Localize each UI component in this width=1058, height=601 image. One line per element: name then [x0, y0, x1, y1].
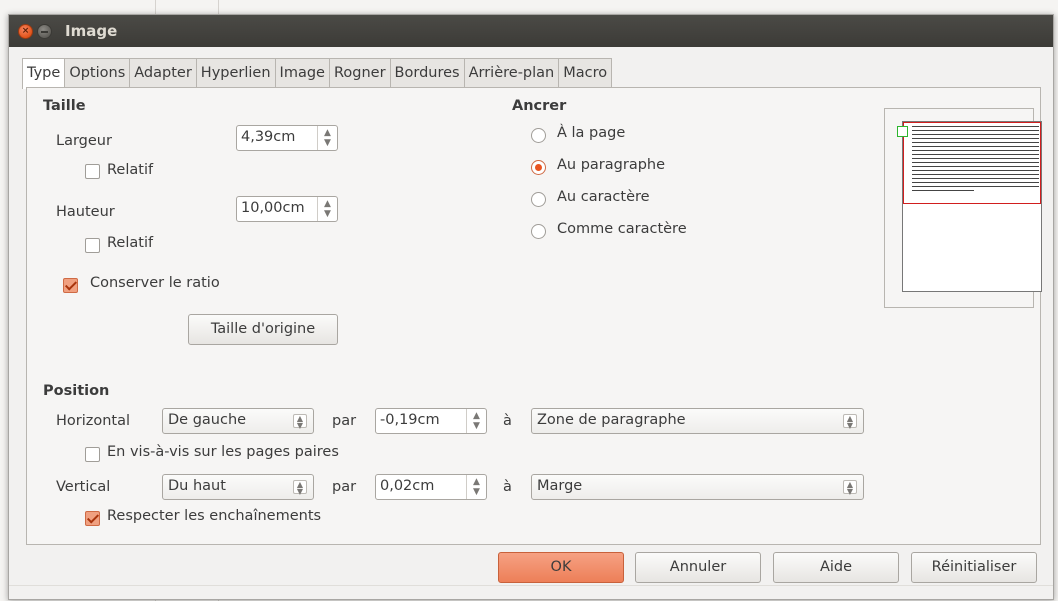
- tab-bordures[interactable]: Bordures: [389, 58, 465, 87]
- anchor-as-character-label: Comme caractère: [557, 221, 687, 237]
- anchor-marker-icon: [897, 126, 908, 137]
- tab-adapter[interactable]: Adapter: [129, 58, 197, 87]
- taille-origine-button[interactable]: Taille d'origine: [188, 314, 338, 345]
- anchor-paragraph-radio[interactable]: [531, 160, 546, 175]
- par-vertical-label: par: [332, 479, 357, 495]
- par-horizontal-label: par: [332, 413, 357, 429]
- tab-arriere-plan[interactable]: Arrière-plan: [463, 58, 560, 87]
- vertical-offset-value[interactable]: 0,02cm: [380, 478, 434, 494]
- ancrer-heading: Ancrer: [512, 98, 567, 114]
- help-button[interactable]: Aide: [773, 552, 899, 583]
- vertical-select[interactable]: Du haut ▲ ▼: [162, 474, 314, 500]
- taille-heading: Taille: [43, 98, 86, 114]
- horizontal-label: Horizontal: [56, 413, 131, 429]
- type-tab-panel: Taille Largeur 4,39cm ▲ ▼ Relatif Hauteur…: [26, 87, 1042, 545]
- cancel-button[interactable]: Annuler: [635, 552, 761, 583]
- tab-image[interactable]: Image: [274, 58, 330, 87]
- tab-type[interactable]: Type: [22, 58, 66, 89]
- largeur-value[interactable]: 4,39cm: [241, 129, 295, 145]
- preview-text-lines: [912, 126, 1039, 194]
- spin-arrows-icon[interactable]: ▲ ▼: [466, 409, 486, 433]
- dropdown-arrows-icon: ▲ ▼: [293, 414, 307, 430]
- minimize-icon[interactable]: [37, 24, 52, 39]
- vertical-zone-select[interactable]: Marge ▲ ▼: [531, 474, 864, 500]
- vertical-zone-value: Marge: [537, 478, 583, 494]
- hauteur-spinbox[interactable]: 10,00cm ▲ ▼: [236, 196, 338, 222]
- horizontal-zone-select[interactable]: Zone de paragraphe ▲ ▼: [531, 408, 864, 434]
- horizontal-select-value: De gauche: [168, 412, 247, 428]
- vis-a-vis-label: En vis-à-vis sur les pages paires: [107, 444, 339, 460]
- anchor-page-label: À la page: [557, 125, 626, 141]
- relatif-hauteur-label: Relatif: [107, 235, 154, 251]
- conserver-ratio-checkbox[interactable]: [63, 278, 78, 293]
- title-bar: × Image: [9, 15, 1053, 47]
- relatif-largeur-checkbox[interactable]: [85, 164, 100, 179]
- respecter-enchainements-checkbox[interactable]: [85, 511, 100, 526]
- anchor-character-radio[interactable]: [531, 192, 546, 207]
- reset-button[interactable]: Réinitialiser: [911, 552, 1037, 583]
- largeur-spinbox[interactable]: 4,39cm ▲ ▼: [236, 125, 338, 151]
- horizontal-select[interactable]: De gauche ▲ ▼: [162, 408, 314, 434]
- spin-arrows-icon[interactable]: ▲ ▼: [317, 197, 337, 221]
- relatif-hauteur-checkbox[interactable]: [85, 238, 100, 253]
- dropdown-arrows-icon: ▲ ▼: [843, 480, 857, 496]
- relatif-largeur-label: Relatif: [107, 162, 154, 178]
- a-vertical-label: à: [503, 479, 512, 495]
- respecter-enchainements-label: Respecter les enchaînements: [107, 508, 322, 524]
- a-horizontal-label: à: [503, 413, 512, 429]
- dropdown-arrows-icon: ▲ ▼: [293, 480, 307, 496]
- spin-arrows-icon[interactable]: ▲ ▼: [317, 126, 337, 150]
- vis-a-vis-checkbox[interactable]: [85, 447, 100, 462]
- anchor-paragraph-label: Au paragraphe: [557, 157, 666, 173]
- tab-rogner[interactable]: Rogner: [328, 58, 391, 87]
- preview-page: [897, 121, 1042, 292]
- hauteur-value[interactable]: 10,00cm: [241, 200, 305, 216]
- window-title: Image: [65, 22, 118, 40]
- ok-button[interactable]: OK: [498, 552, 624, 583]
- image-dialog: × Image Type Options Adapter Hyperlien I…: [8, 14, 1054, 600]
- anchor-character-label: Au caractère: [557, 189, 650, 205]
- conserver-ratio-label: Conserver le ratio: [90, 275, 220, 291]
- tab-hyperlien[interactable]: Hyperlien: [195, 58, 276, 87]
- close-icon[interactable]: ×: [18, 24, 33, 39]
- position-heading: Position: [43, 383, 110, 399]
- horizontal-offset-value[interactable]: -0,19cm: [380, 412, 440, 428]
- dropdown-arrows-icon: ▲ ▼: [843, 414, 857, 430]
- vertical-select-value: Du haut: [168, 478, 226, 494]
- anchor-preview: [884, 108, 1042, 308]
- anchor-page-radio[interactable]: [531, 128, 546, 143]
- horizontal-zone-value: Zone de paragraphe: [537, 412, 686, 428]
- tab-macro[interactable]: Macro: [558, 58, 613, 87]
- horizontal-offset-spinbox[interactable]: -0,19cm ▲ ▼: [375, 408, 487, 434]
- window-bottom-edge: [9, 585, 1053, 586]
- anchor-as-character-radio[interactable]: [531, 224, 546, 239]
- vertical-offset-spinbox[interactable]: 0,02cm ▲ ▼: [375, 474, 487, 500]
- tab-options[interactable]: Options: [64, 58, 131, 87]
- tab-bar: Type Options Adapter Hyperlien Image Rog…: [22, 58, 613, 89]
- largeur-label: Largeur: [56, 133, 112, 149]
- vertical-label: Vertical: [56, 479, 111, 495]
- spin-arrows-icon[interactable]: ▲ ▼: [466, 475, 486, 499]
- hauteur-label: Hauteur: [56, 204, 115, 220]
